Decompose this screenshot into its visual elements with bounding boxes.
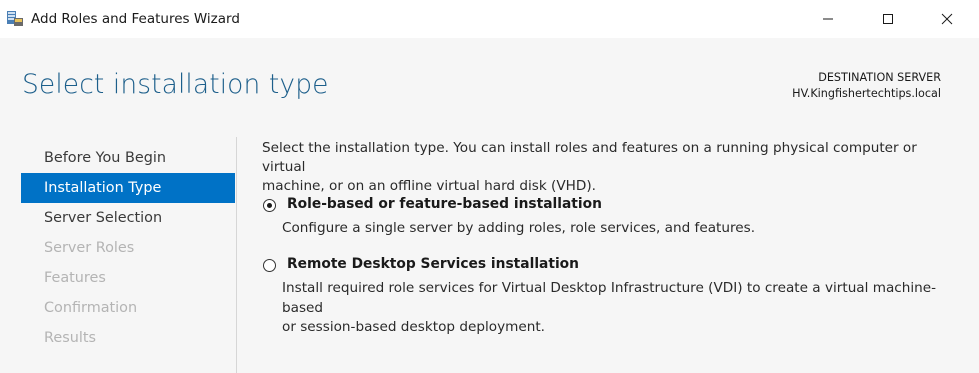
nav-item-results: Results — [44, 330, 96, 346]
destination-server-label: DESTINATION SERVER — [818, 71, 941, 84]
nav-item-installation-type[interactable]: Installation Type — [21, 173, 235, 203]
intro-text: Select the installation type. You can in… — [262, 139, 962, 196]
destination-server-info: DESTINATION SERVER HV.Kingfishertechtips… — [792, 70, 941, 102]
option-remote-desktop[interactable]: Remote Desktop Services installation Ins… — [263, 256, 963, 335]
title-bar[interactable]: Add Roles and Features Wizard — [0, 0, 979, 38]
remote-desktop-desc-line-2: or session-based desktop deployment. — [282, 319, 545, 335]
wizard-body: Before You Begin Installation Type Serve… — [0, 137, 979, 373]
minimize-button[interactable] — [799, 0, 857, 38]
role-based-radio[interactable] — [263, 199, 276, 212]
nav-item-confirmation: Confirmation — [44, 300, 138, 316]
nav-item-before-you-begin[interactable]: Before You Begin — [21, 143, 235, 173]
remote-desktop-radio[interactable] — [263, 259, 276, 272]
intro-line-1: Select the installation type. You can in… — [262, 140, 917, 175]
server-manager-icon — [6, 9, 24, 27]
nav-item-features: Features — [44, 270, 106, 286]
wizard-window: Add Roles and Features Wizard Select ins… — [0, 0, 979, 373]
role-based-label[interactable]: Role-based or feature-based installation — [287, 196, 602, 212]
intro-line-2: machine, or on an offline virtual hard d… — [262, 178, 596, 194]
option-role-based[interactable]: Role-based or feature-based installation… — [263, 196, 963, 236]
maximize-icon — [882, 10, 894, 29]
close-icon — [941, 10, 953, 29]
remote-desktop-description: Install required role services for Virtu… — [282, 279, 962, 338]
close-button[interactable] — [918, 0, 976, 38]
minimize-icon — [822, 10, 834, 29]
remote-desktop-label[interactable]: Remote Desktop Services installation — [287, 256, 579, 272]
wizard-header: Select installation type DESTINATION SER… — [0, 38, 979, 137]
page-title: Select installation type — [22, 69, 329, 100]
destination-server-name: HV.Kingfishertechtips.local — [792, 87, 941, 100]
remote-desktop-desc-line-1: Install required role services for Virtu… — [282, 280, 937, 316]
window-title: Add Roles and Features Wizard — [31, 11, 240, 27]
main-content: Select the installation type. You can in… — [262, 139, 962, 335]
role-based-description: Configure a single server by adding role… — [282, 220, 756, 236]
wizard-step-nav: Before You Begin Installation Type Serve… — [21, 143, 235, 353]
maximize-button[interactable] — [859, 0, 917, 38]
nav-item-server-selection[interactable]: Server Selection — [21, 203, 235, 233]
nav-item-server-roles: Server Roles — [44, 240, 135, 256]
nav-divider — [236, 137, 237, 373]
